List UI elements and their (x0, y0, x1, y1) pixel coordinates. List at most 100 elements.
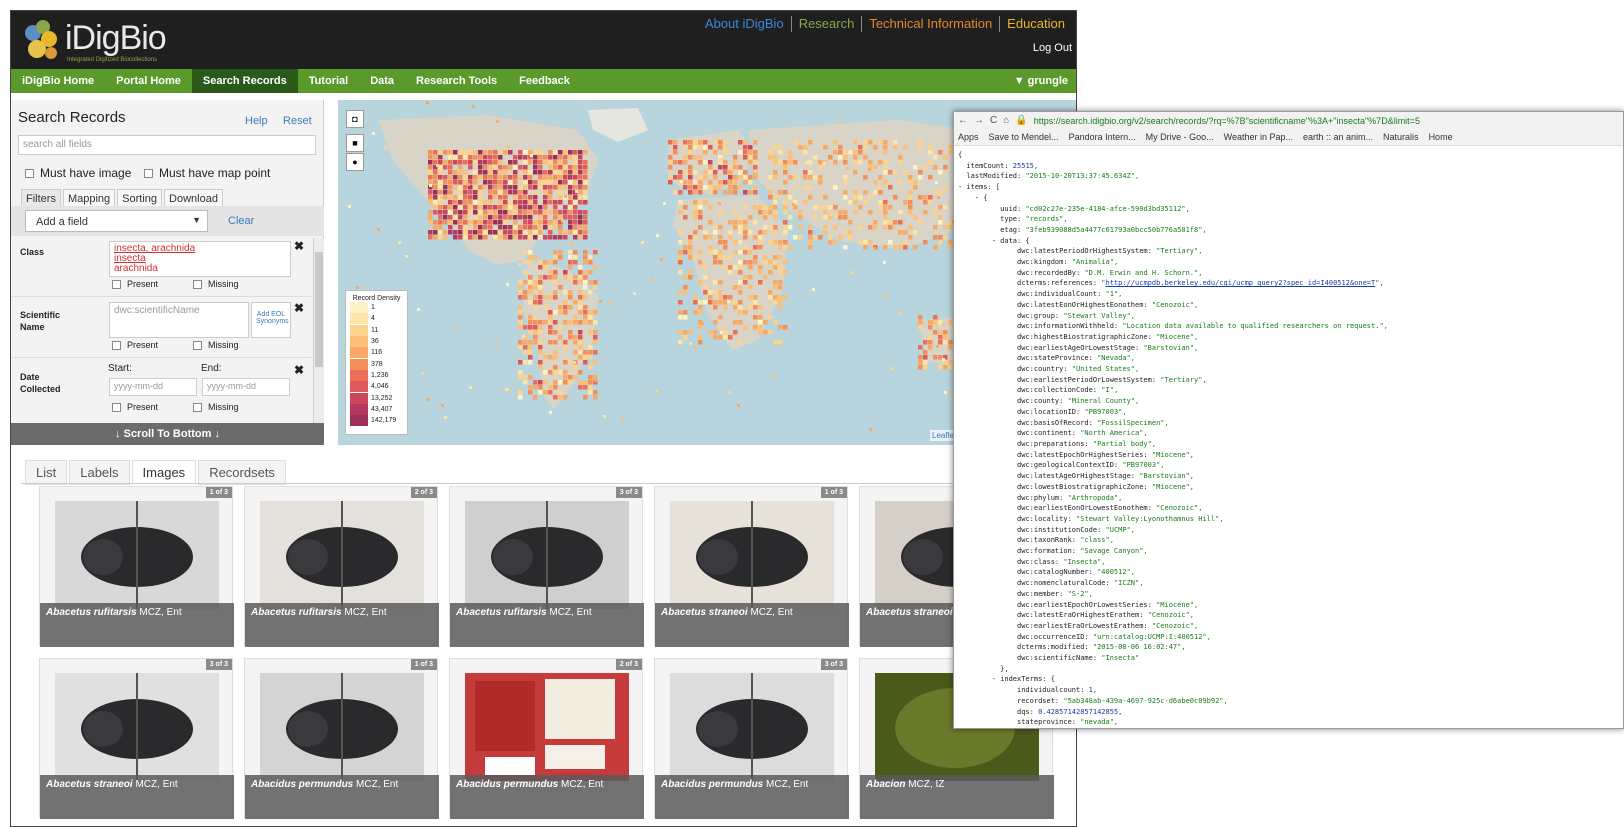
taxon-name[interactable]: Abacidus permundus (251, 779, 353, 790)
add-field-select[interactable]: Add a field ▼ (25, 210, 208, 232)
help-link[interactable]: Help (245, 115, 268, 127)
url-text[interactable]: https://search.idigbio.org/v2/search/rec… (1034, 116, 1420, 126)
present-option[interactable]: Present (112, 279, 158, 289)
nav-item-idigbio-home[interactable]: iDigBio Home (11, 69, 105, 93)
bookmark-my-drive-goo[interactable]: My Drive - Goo... (1146, 132, 1214, 142)
top-link-education[interactable]: Education (999, 16, 1072, 32)
nav-item-feedback[interactable]: Feedback (508, 69, 581, 93)
back-icon[interactable]: ← (958, 115, 968, 126)
search-all-input[interactable]: search all fields (18, 135, 316, 155)
specimen-image[interactable] (55, 673, 219, 781)
bookmark-save-to-mendel[interactable]: Save to Mendel... (989, 132, 1059, 142)
image-card[interactable]: 1 of 3 Abacidus permundus MCZ, Ent (244, 658, 439, 819)
taxon-name[interactable]: Abacetus straneoi (661, 607, 748, 618)
image-card[interactable]: 3 of 3 Abacetus rufitarsis MCZ, Ent (449, 486, 644, 647)
json-link[interactable]: http://ucmpdb.berkeley.edu/cgi/ucmp_quer… (1106, 279, 1376, 287)
top-link-about-idigbio[interactable]: About iDigBio (698, 16, 791, 32)
missing-option[interactable]: Missing (193, 402, 239, 412)
taxon-name[interactable]: Abacetus straneoi (46, 779, 133, 790)
taxon-name[interactable]: Abacidus permundus (456, 779, 558, 790)
density-cell (483, 165, 488, 170)
density-cell (660, 258, 663, 261)
present-option[interactable]: Present (112, 340, 158, 350)
image-card[interactable]: 3 of 3 Abacetus straneoi MCZ, Ent (39, 658, 234, 819)
specimen-image[interactable] (260, 501, 424, 609)
nav-item-tutorial[interactable]: Tutorial (298, 69, 360, 93)
density-cell (533, 285, 538, 290)
bookmark-naturalis[interactable]: Naturalis (1383, 132, 1419, 142)
checkbox[interactable] (25, 168, 34, 178)
taxon-name[interactable]: Abacion (866, 779, 905, 790)
top-link-technical-information[interactable]: Technical Information (861, 16, 999, 32)
reset-link[interactable]: Reset (283, 115, 312, 127)
image-card[interactable]: 2 of 3 Abacetus rufitarsis MCZ, Ent (244, 486, 439, 647)
nav-item-portal-home[interactable]: Portal Home (105, 69, 192, 93)
checkbox[interactable] (193, 340, 202, 350)
draw-rectangle-icon[interactable]: ■ (346, 134, 364, 152)
specimen-image[interactable] (670, 673, 834, 781)
taxon-name[interactable]: Abacetus rufitarsis (46, 607, 137, 618)
filters-scrollbar[interactable] (313, 238, 324, 423)
results-tab-images[interactable]: Images (131, 460, 197, 485)
forward-icon[interactable]: → (974, 115, 984, 126)
nav-item-research-tools[interactable]: Research Tools (405, 69, 508, 93)
bookmark-home[interactable]: Home (1429, 132, 1453, 142)
taxon-name[interactable]: Abacetus rufitarsis (251, 607, 342, 618)
logout-link[interactable]: Log Out (1033, 42, 1072, 54)
remove-filter-icon[interactable]: ✖ (294, 363, 304, 377)
checkbox[interactable] (112, 402, 121, 412)
home-icon[interactable]: ⌂ (1003, 115, 1009, 126)
taxon-name[interactable]: Abacetus straneoi (866, 607, 953, 618)
checkbox[interactable] (193, 402, 202, 412)
top-link-research[interactable]: Research (790, 16, 862, 32)
scroll-to-bottom-button[interactable]: ↓ Scroll To Bottom ↓ (11, 423, 324, 445)
bookmark-apps[interactable]: Apps (958, 132, 979, 142)
image-card[interactable]: 1 of 3 Abacetus rufitarsis MCZ, Ent (39, 486, 234, 647)
specimen-image[interactable] (465, 501, 629, 609)
results-tab-list[interactable]: List (25, 460, 68, 485)
class-values-textarea[interactable]: insecta, arachnida insecta arachnida (109, 241, 291, 277)
idigbio-logo[interactable]: iDigBio Integrated Digitized Biocollecti… (19, 17, 179, 65)
clear-link[interactable]: Clear (228, 215, 254, 227)
start-date-input[interactable]: yyyy-mm-dd (109, 378, 197, 396)
specimen-image[interactable] (465, 673, 629, 781)
density-cell (884, 295, 887, 298)
density-cell (723, 255, 728, 260)
reload-icon[interactable]: C (990, 115, 997, 126)
camera-icon[interactable]: ◘ (346, 110, 364, 128)
missing-option[interactable]: Missing (193, 279, 239, 289)
image-card[interactable]: 2 of 3 Abacidus permundus MCZ, Ent (449, 658, 644, 819)
results-tab-labels[interactable]: Labels (69, 460, 130, 485)
results-tab-recordsets[interactable]: Recordsets (198, 460, 286, 485)
present-option[interactable]: Present (112, 402, 158, 412)
checkbox[interactable] (144, 168, 153, 178)
specimen-image[interactable] (260, 673, 424, 781)
scrollbar-thumb[interactable] (315, 252, 323, 367)
bookmark-pandora-intern[interactable]: Pandora Intern... (1069, 132, 1136, 142)
end-date-input[interactable]: yyyy-mm-dd (202, 378, 290, 396)
must-have-image-option[interactable]: Must have image (25, 166, 131, 180)
taxon-name[interactable]: Abacetus rufitarsis (456, 607, 547, 618)
density-cell (538, 340, 543, 345)
scientific-name-input[interactable]: dwc:scientificName (109, 302, 249, 338)
must-have-map-option[interactable]: Must have map point (144, 166, 270, 180)
taxon-name[interactable]: Abacidus permundus (661, 779, 763, 790)
remove-filter-icon[interactable]: ✖ (294, 239, 304, 253)
checkbox[interactable] (112, 279, 121, 289)
nav-item-data[interactable]: Data (359, 69, 405, 93)
nav-item-search-records[interactable]: Search Records (191, 69, 298, 93)
bookmark-earth-an-anim[interactable]: earth :: an anim... (1303, 132, 1373, 142)
missing-option[interactable]: Missing (193, 340, 239, 350)
specimen-image[interactable] (55, 501, 219, 609)
checkbox[interactable] (193, 279, 202, 289)
bookmark-weather-in-pap[interactable]: Weather in Pap... (1224, 132, 1293, 142)
add-eol-synonyms-button[interactable]: Add EOL Synonyms (251, 302, 291, 338)
checkbox[interactable] (112, 340, 121, 350)
address-bar[interactable]: ← → C ⌂ 🔒 https://search.idigbio.org/v2/… (954, 112, 1623, 129)
image-card[interactable]: 3 of 3 Abacidus permundus MCZ, Ent (654, 658, 849, 819)
specimen-image[interactable] (670, 501, 834, 609)
user-menu[interactable]: ▼ grungle (1014, 75, 1068, 87)
remove-filter-icon[interactable]: ✖ (294, 301, 304, 315)
draw-circle-icon[interactable]: ● (346, 153, 364, 171)
image-card[interactable]: 1 of 3 Abacetus straneoi MCZ, Ent (654, 486, 849, 647)
